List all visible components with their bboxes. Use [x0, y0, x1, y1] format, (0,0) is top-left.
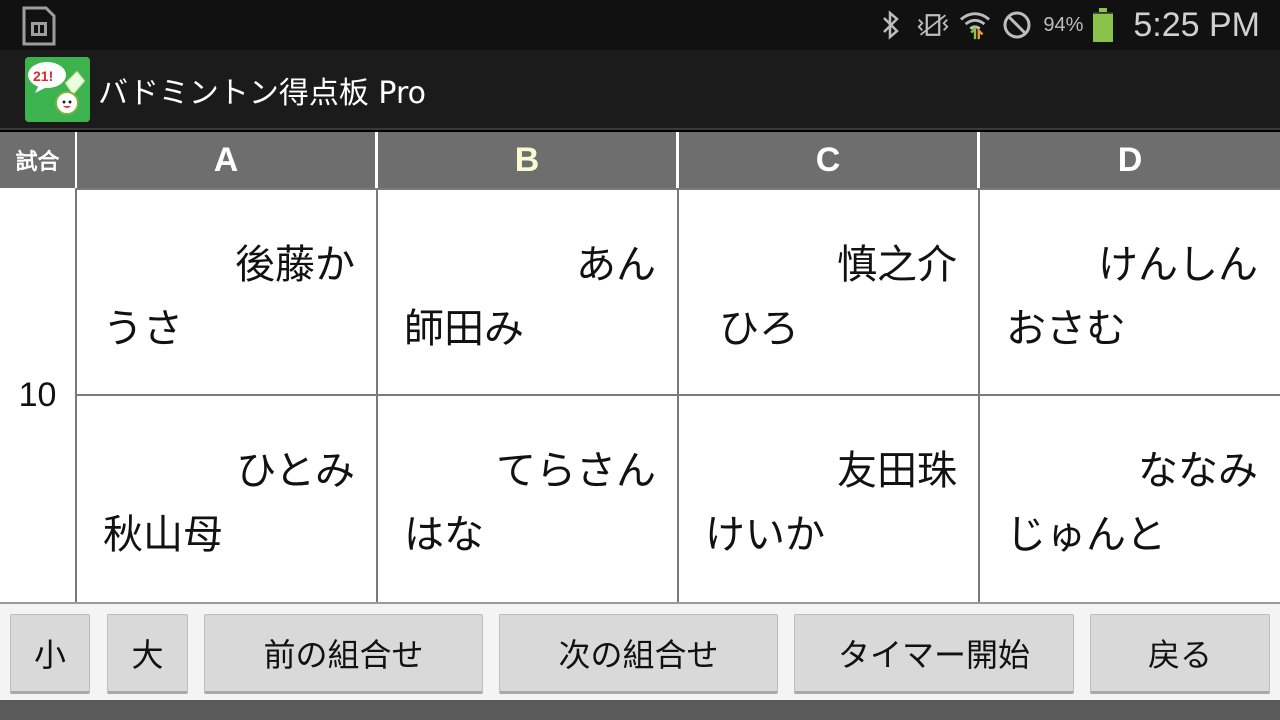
- court-header-c: C: [679, 132, 977, 188]
- player-name: ななみ: [1138, 448, 1258, 494]
- court-header-d: D: [980, 132, 1280, 188]
- next-pairing-button[interactable]: 次の組合せ: [499, 614, 778, 694]
- player-name: じゅんと: [1006, 512, 1166, 558]
- app-title: バドミントン得点板 Pro: [98, 76, 427, 111]
- player-name: あん: [576, 242, 656, 288]
- pair-cell-a-top[interactable]: 後藤か うさ: [75, 188, 377, 395]
- pair-cell-c-top[interactable]: 慎之介 ひろ: [677, 188, 979, 395]
- match-number: 10: [0, 188, 75, 602]
- pair-cell-a-bottom[interactable]: ひとみ 秋山母: [75, 394, 377, 602]
- match-header: 試合: [0, 132, 75, 188]
- player-name: 後藤か: [235, 242, 355, 288]
- player-name: ひとみ: [236, 448, 355, 494]
- font-large-button[interactable]: 大: [107, 614, 188, 694]
- pair-cell-b-bottom[interactable]: てらさん はな: [376, 394, 678, 602]
- pair-cell-c-bottom[interactable]: 友田珠 けいか: [677, 394, 979, 602]
- bluetooth-icon: [875, 9, 907, 41]
- pair-cell-d-bottom[interactable]: ななみ じゅんと: [978, 394, 1280, 602]
- player-name: うさ: [103, 306, 183, 352]
- pair-cell-d-top[interactable]: けんしん おさむ: [978, 188, 1280, 395]
- player-name: 慎之介: [837, 242, 957, 288]
- player-name: 秋山母: [103, 512, 223, 558]
- pair-cell-b-top[interactable]: あん 師田み: [376, 188, 678, 395]
- previous-pairing-button[interactable]: 前の組合せ: [204, 614, 483, 694]
- navigation-bar: [0, 700, 1280, 720]
- clock: 5:25 PM: [1133, 5, 1260, 44]
- player-name: おさむ: [1006, 306, 1126, 352]
- status-icons: 94% 5:25 PM: [875, 0, 1260, 50]
- back-button[interactable]: 戻る: [1090, 614, 1270, 694]
- player-name: 友田珠: [837, 448, 957, 494]
- player-name: ひろ: [719, 306, 799, 352]
- header-row: 試合 A B C D: [0, 132, 1280, 188]
- button-bar: 小 大 前の組合せ 次の組合せ タイマー開始 戻る: [0, 602, 1280, 700]
- wifi-icon: [959, 9, 991, 41]
- match-board: 試合 A B C D 10 後藤か うさ あん 師田み 慎之介 ひろ けんしん …: [0, 132, 1280, 602]
- player-name: けんしん: [1098, 242, 1258, 288]
- status-bar: 94% 5:25 PM: [0, 0, 1280, 50]
- font-small-button[interactable]: 小: [10, 614, 90, 694]
- do-not-disturb-icon: [1001, 9, 1033, 41]
- player-name: けいか: [705, 512, 825, 558]
- player-name: 師田み: [404, 306, 524, 352]
- player-name: はな: [404, 512, 484, 558]
- court-header-a: A: [77, 132, 375, 188]
- action-bar: 21! バドミントン得点板 Pro: [0, 50, 1280, 130]
- start-timer-button[interactable]: タイマー開始: [794, 614, 1074, 694]
- vibrate-icon: [917, 9, 949, 41]
- sd-card-icon: [20, 6, 58, 46]
- battery-percent: 94%: [1043, 13, 1084, 36]
- player-name: てらさん: [496, 448, 656, 494]
- battery-icon: [1093, 8, 1114, 43]
- court-header-b: B: [378, 132, 676, 188]
- app-icon-badge: 21!: [33, 68, 53, 84]
- app-shuttlecock-icon[interactable]: 21!: [25, 57, 90, 122]
